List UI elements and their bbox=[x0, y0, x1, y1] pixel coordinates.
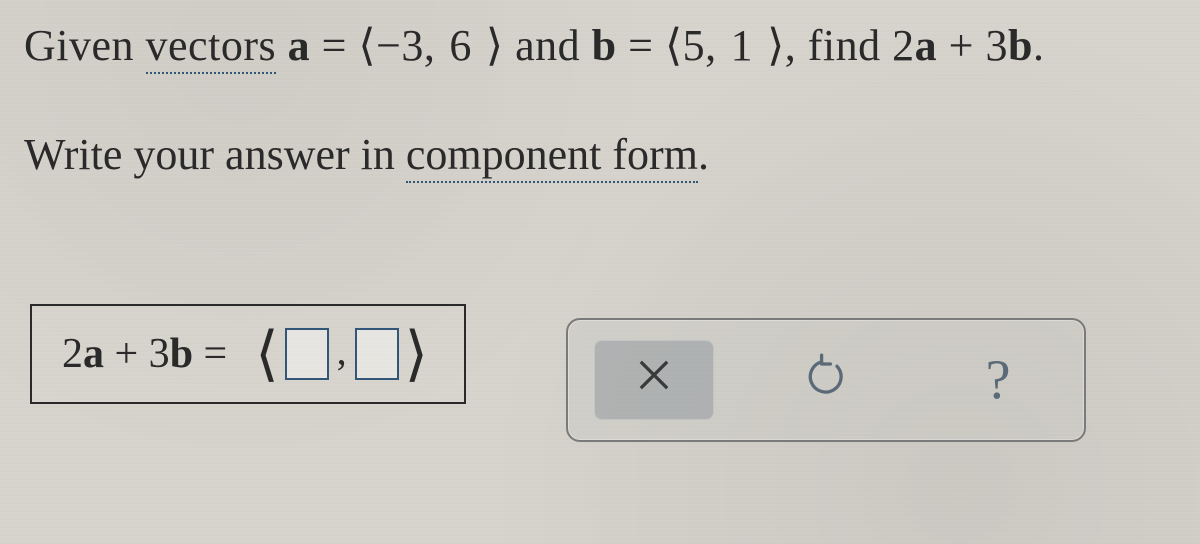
help-icon: ? bbox=[986, 348, 1011, 412]
text: , find 2 bbox=[785, 21, 915, 70]
reset-button[interactable] bbox=[766, 340, 886, 420]
component-x-input[interactable] bbox=[285, 328, 329, 380]
text: Write your answer in bbox=[24, 130, 406, 179]
angle-open: ⟨ bbox=[255, 324, 278, 384]
angle-open: ⟨ bbox=[358, 21, 376, 70]
help-button[interactable]: ? bbox=[938, 340, 1058, 420]
answer-lhs: 2a + 3b = bbox=[62, 330, 227, 378]
sep: , bbox=[337, 327, 347, 374]
sep: , bbox=[424, 21, 436, 70]
angle-close: ⟩ bbox=[767, 21, 785, 70]
text: . bbox=[698, 130, 709, 179]
angle-close: ⟩ bbox=[405, 324, 428, 384]
text: a bbox=[83, 331, 104, 377]
text: . bbox=[1033, 21, 1045, 70]
text: and bbox=[504, 21, 592, 70]
text: + 3 bbox=[937, 21, 1008, 70]
text bbox=[276, 21, 288, 70]
sep: , bbox=[705, 21, 717, 70]
controls-panel: ? bbox=[566, 318, 1086, 442]
text: = bbox=[310, 21, 358, 70]
undo-icon bbox=[804, 353, 848, 408]
vector-b-name: b bbox=[592, 21, 617, 70]
text: b bbox=[1008, 21, 1033, 70]
vec-a-y: 6 bbox=[449, 21, 472, 70]
instruction-line: Write your answer in component form. bbox=[24, 129, 1176, 180]
component-y-input[interactable] bbox=[355, 328, 399, 380]
text: 2 bbox=[62, 331, 83, 377]
close-icon bbox=[632, 353, 676, 408]
angle-open: ⟨ bbox=[665, 21, 683, 70]
link-vectors[interactable]: vectors bbox=[146, 21, 277, 74]
close-button[interactable] bbox=[594, 340, 714, 420]
vec-a-x: −3 bbox=[376, 21, 424, 70]
text: + 3 bbox=[104, 331, 170, 377]
angle-close: ⟩ bbox=[486, 21, 504, 70]
question-container: Given vectors a = ⟨−3,6⟩ and b = ⟨5,1⟩, … bbox=[0, 0, 1200, 544]
answer-input-template: ⟨ , ⟩ bbox=[255, 324, 428, 384]
link-component-form[interactable]: component form bbox=[406, 130, 698, 183]
text: = bbox=[617, 21, 665, 70]
vector-a-name: a bbox=[288, 21, 311, 70]
answer-row: 2a + 3b = ⟨ , ⟩ bbox=[30, 304, 1086, 442]
vec-b-y: 1 bbox=[731, 21, 754, 70]
problem-statement: Given vectors a = ⟨−3,6⟩ and b = ⟨5,1⟩, … bbox=[24, 18, 1176, 73]
answer-box: 2a + 3b = ⟨ , ⟩ bbox=[30, 304, 466, 404]
text: a bbox=[915, 21, 938, 70]
vec-b-x: 5 bbox=[683, 21, 706, 70]
text: Given bbox=[24, 21, 146, 70]
text: b bbox=[170, 331, 193, 377]
text: = bbox=[193, 331, 227, 377]
